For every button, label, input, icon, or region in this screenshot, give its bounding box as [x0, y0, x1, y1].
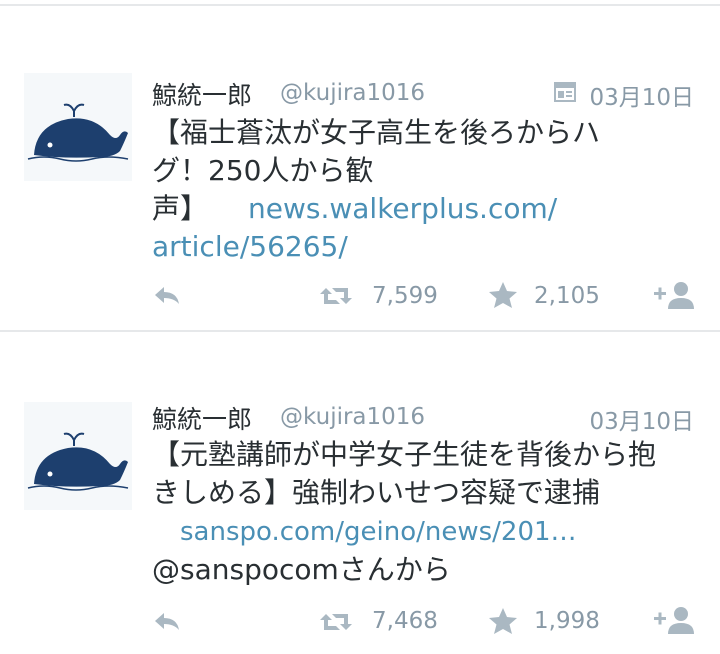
tweet-link[interactable]: sanspo.com/geino/news/201…	[180, 517, 577, 547]
avatar[interactable]	[24, 402, 132, 510]
retweet-button[interactable]	[318, 610, 354, 634]
tweet-text-line: 【元塾講師が中学女子生徒を背後から抱	[152, 438, 657, 471]
retweet-count: 7,599	[372, 283, 438, 309]
user-handle[interactable]: @kujira1016	[280, 404, 425, 430]
whale-avatar-icon	[27, 432, 129, 491]
follow-icon	[654, 282, 694, 309]
whale-avatar-icon	[27, 103, 129, 162]
follow-button[interactable]	[654, 605, 696, 635]
tweet-link-continuation[interactable]: article/56265/	[152, 228, 697, 266]
tweet-date[interactable]: 03月10日	[589, 78, 694, 112]
reply-icon	[155, 287, 179, 304]
user-name[interactable]: 鯨統一郎	[152, 76, 252, 112]
tweet-text-fragment: 声】	[152, 192, 209, 225]
reply-icon	[155, 613, 179, 630]
retweet-count: 7,468	[372, 608, 438, 634]
user-name[interactable]: 鯨統一郎	[152, 400, 252, 436]
retweet-icon	[320, 614, 352, 630]
tweet-date[interactable]: 03月10日	[589, 402, 694, 436]
follow-button[interactable]	[654, 280, 696, 310]
tweet-text: 【福士蒼汰が女子高生を後ろからハ グ！250人から歓 声】 news.walker…	[152, 114, 697, 266]
tweet-text-line: 声】 news.walkerplus.com/	[152, 190, 697, 228]
reply-button[interactable]	[152, 609, 182, 633]
favorite-count: 1,998	[534, 608, 600, 634]
tweet-text-line: sanspo.com/geino/news/201…	[152, 512, 697, 551]
user-handle[interactable]: @kujira1016	[280, 80, 425, 106]
retweet-icon	[320, 288, 352, 304]
reply-button[interactable]	[152, 283, 182, 307]
retweet-button[interactable]	[318, 284, 354, 308]
favorite-button[interactable]	[488, 607, 518, 635]
tweet-1[interactable]: 鯨統一郎 @kujira1016 03月10日 【福士蒼汰が女子高生を後ろからハ…	[0, 0, 720, 330]
tweet-mention[interactable]: @sanspocomさんから	[152, 551, 697, 589]
tweet-text: 【元塾講師が中学女子生徒を背後から抱 きしめる】強制わいせつ容疑で逮捕 sans…	[152, 436, 697, 589]
follow-icon	[654, 607, 694, 634]
favorite-count: 2,105	[534, 283, 600, 309]
tweet-text-line: 【福士蒼汰が女子高生を後ろからハ	[152, 116, 601, 149]
favorite-button[interactable]	[488, 281, 518, 309]
tweet-text-line: きしめる】強制わいせつ容疑で逮捕	[152, 476, 601, 509]
media-card-icon	[554, 82, 576, 102]
avatar[interactable]	[24, 73, 132, 181]
tweet-link[interactable]: news.walkerplus.com/	[248, 192, 557, 225]
star-icon	[489, 282, 517, 308]
star-icon	[489, 608, 517, 634]
tweet-2[interactable]: 鯨統一郎 @kujira1016 03月10日 【元塾講師が中学女子生徒を背後か…	[0, 330, 720, 654]
tweet-text-line: グ！250人から歓	[152, 154, 374, 187]
